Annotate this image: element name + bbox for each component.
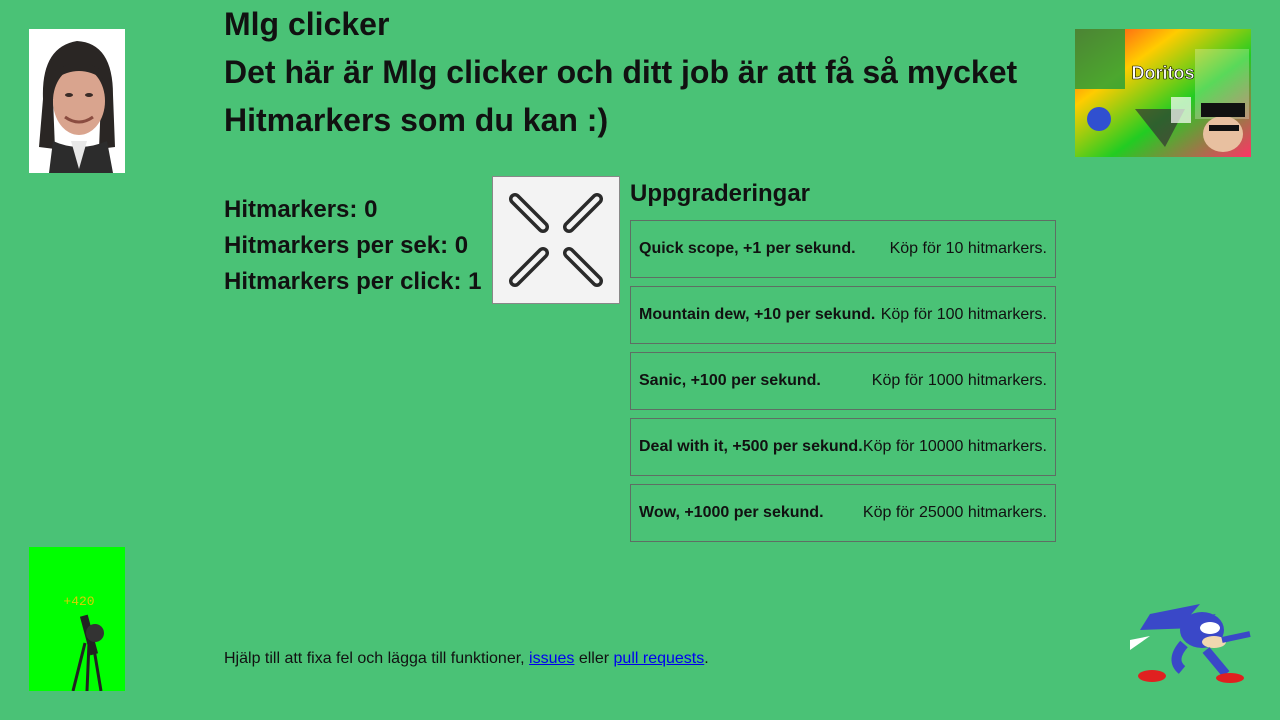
footer-text-after: . xyxy=(704,650,709,667)
upgrade-name: Quick scope, +1 per sekund. xyxy=(639,240,856,257)
upgrade-name: Deal with it, +500 per sekund. xyxy=(639,438,863,455)
upgrade-cost: Köp för 25000 hitmarkers. xyxy=(862,504,1047,521)
upgrade-quick-scope[interactable]: Quick scope, +1 per sekund. Köp för 10 h… xyxy=(630,220,1056,278)
issues-link[interactable]: issues xyxy=(529,650,574,667)
420-gun-image: +420 xyxy=(29,547,125,691)
upgrade-cost: Köp för 1000 hitmarkers. xyxy=(871,372,1047,389)
hitmarker-click-button[interactable] xyxy=(492,176,620,304)
upgrade-name: Mountain dew, +10 per sekund. xyxy=(639,306,876,323)
upgrade-wow[interactable]: Wow, +1000 per sekund. Köp för 25000 hit… xyxy=(630,484,1056,542)
portrait-image xyxy=(29,29,125,173)
stats-panel: Hitmarkers: 0 Hitmarkers per sek: 0 Hitm… xyxy=(224,192,481,300)
hitmarker-icon xyxy=(493,177,619,303)
doritos-meme-image: Doritos xyxy=(1075,29,1251,157)
intro-text: Det här är Mlg clicker och ditt job är a… xyxy=(224,54,1018,138)
pull-requests-link[interactable]: pull requests xyxy=(614,650,705,667)
hitmarkers-count: Hitmarkers: 0 xyxy=(224,196,378,223)
upgrade-cost: Köp för 10 hitmarkers. xyxy=(889,240,1047,257)
upgrade-mountain-dew[interactable]: Mountain dew, +10 per sekund. Köp för 10… xyxy=(630,286,1056,344)
upgrades-list: Quick scope, +1 per sekund. Köp för 10 h… xyxy=(630,220,1056,550)
sanic-image xyxy=(1130,600,1252,684)
upgrade-deal-with-it[interactable]: Deal with it, +500 per sekund. Köp för 1… xyxy=(630,418,1056,476)
hitmarkers-per-sec: Hitmarkers per sek: 0 xyxy=(224,232,469,259)
page: Doritos +420 Mlg clicker Det här är Mlg … xyxy=(0,0,1280,720)
hitmarkers-per-click: Hitmarkers per click: 1 xyxy=(224,268,482,295)
420-text: +420 xyxy=(63,594,94,609)
upgrade-name: Wow, +1000 per sekund. xyxy=(639,504,824,521)
upgrade-sanic[interactable]: Sanic, +100 per sekund. Köp för 1000 hit… xyxy=(630,352,1056,410)
footer-text-middle: eller xyxy=(574,650,614,667)
doritos-logo-text: Doritos xyxy=(1132,63,1195,83)
page-title: Mlg clicker xyxy=(224,6,390,42)
footer-text-before: Hjälp till att fixa fel och lägga till f… xyxy=(224,650,530,667)
upgrade-name: Sanic, +100 per sekund. xyxy=(639,372,821,389)
footer-text: Hjälp till att fixa fel och lägga till f… xyxy=(224,649,709,669)
upgrade-cost: Köp för 100 hitmarkers. xyxy=(880,306,1047,323)
upgrades-heading: Uppgraderingar xyxy=(630,180,811,207)
upgrade-cost: Köp för 10000 hitmarkers. xyxy=(862,438,1047,455)
